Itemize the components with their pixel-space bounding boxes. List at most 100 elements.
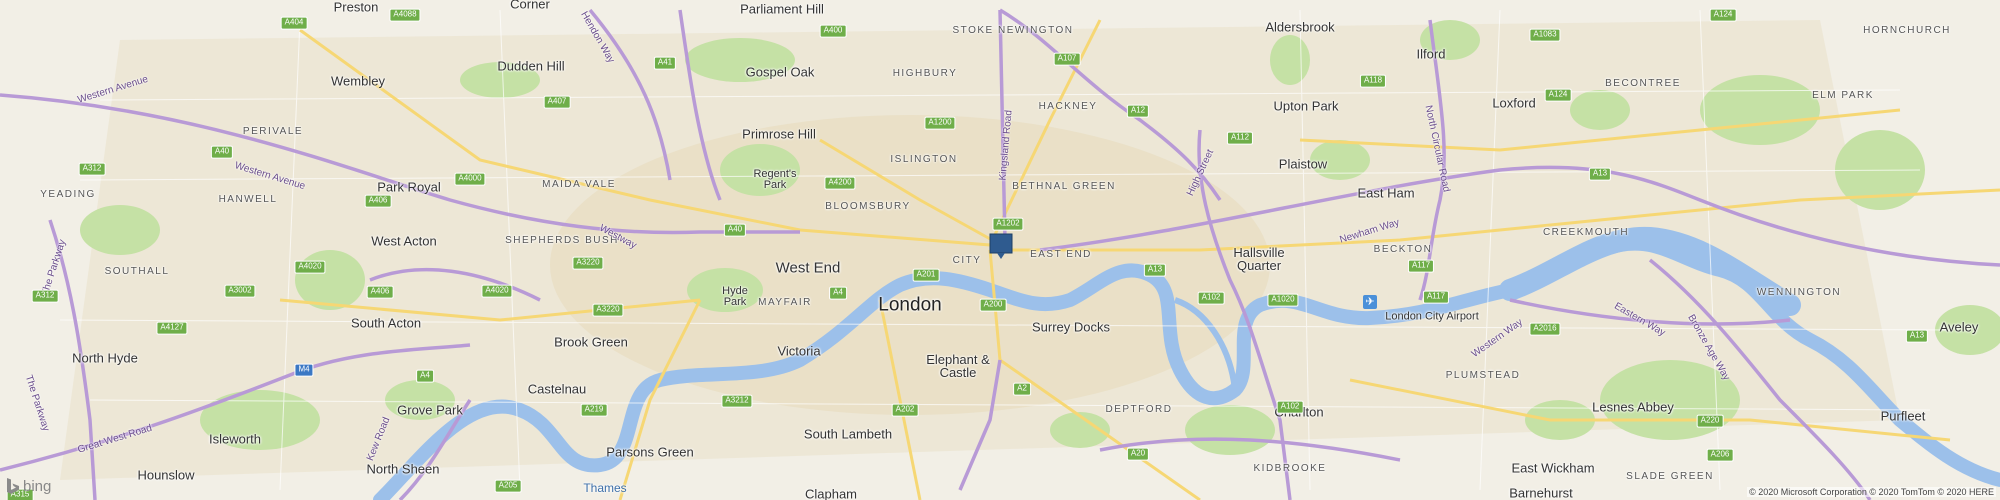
road-shield-a117-1: A117	[1407, 259, 1435, 273]
place-label-stoke-newington: STOKE NEWINGTON	[952, 25, 1074, 36]
place-label-barnehurst: Barnehurst	[1509, 485, 1573, 500]
bing-logo: bing	[6, 477, 51, 495]
place-label-ilford: Ilford	[1416, 46, 1446, 62]
road-shield-a4-2: A4	[416, 369, 434, 383]
place-label-parliament-hill: Parliament Hill	[740, 1, 824, 17]
airport-icon: ✈	[1363, 295, 1377, 309]
road-shield-a41: A41	[653, 56, 677, 70]
place-label-deptford: DEPTFORD	[1105, 404, 1173, 415]
place-label-east-wickham: East Wickham	[1511, 460, 1595, 476]
road-shield-a407: A407	[543, 95, 571, 109]
place-label-hyde-park: Hyde Park	[722, 285, 748, 308]
place-label-creekmouth: CREEKMOUTH	[1542, 227, 1630, 238]
road-shield-a312-2: A312	[31, 289, 59, 303]
place-label-clapham: Clapham	[804, 486, 858, 500]
place-label-elm-park: ELM PARK	[1812, 90, 1874, 101]
road-shield-a13: A13	[1143, 263, 1167, 277]
road-shield-a1083: A1083	[1529, 28, 1561, 42]
place-label-beckton: BECKTON	[1373, 244, 1433, 255]
road-shield-a201: A201	[912, 268, 940, 282]
place-label-yeading: YEADING	[40, 189, 96, 200]
road-shield-a200: A200	[979, 298, 1007, 312]
place-label-mayfair: MAYFAIR	[758, 297, 812, 308]
place-label-hallsville-quarter: Hallsville Quarter	[1233, 245, 1285, 273]
road-shield-a124: A124	[1544, 88, 1572, 102]
place-label-london-city-airport: London City Airport	[1385, 310, 1479, 323]
place-label-bloomsbury: BLOOMSBURY	[825, 201, 911, 212]
place-label-parsons-green: Parsons Green	[606, 444, 694, 460]
place-label-perivale: PERIVALE	[242, 126, 304, 137]
place-label-becontree: BECONTREE	[1605, 78, 1681, 89]
place-label-surrey-docks: Surrey Docks	[1031, 319, 1111, 335]
road-shield-a20: A20	[1126, 447, 1150, 461]
road-shield-a205: A205	[494, 479, 522, 493]
road-shield-a40: A40	[723, 223, 747, 237]
place-label-brook-green: Brook Green	[554, 334, 628, 350]
place-label-hackney: HACKNEY	[1038, 101, 1098, 112]
road-shield-a12: A12	[1126, 104, 1150, 118]
place-label-castelnau: Castelnau	[527, 381, 587, 397]
road-shield-a102-2: A102	[1276, 400, 1304, 414]
place-label-maida-vale: MAIDA VALE	[542, 179, 616, 190]
road-shield-m4: M4	[294, 363, 314, 377]
road-shield-a4: A4	[829, 286, 847, 300]
road-shield-a1020: A1020	[1267, 293, 1299, 307]
road-shield-a400: A400	[819, 24, 847, 38]
road-shield-a2: A2	[1013, 382, 1031, 396]
place-label-wennington: WENNINGTON	[1756, 287, 1842, 298]
copyright-notice: © 2020 Microsoft Corporation © 2020 TomT…	[1747, 487, 1996, 497]
road-shield-a202: A202	[891, 403, 919, 417]
place-label-islington: ISLINGTON	[890, 154, 958, 165]
road-shield-a312: A312	[78, 162, 106, 176]
place-label-kidbrooke: KIDBROOKE	[1253, 463, 1327, 474]
place-label-park-royal: Park Royal	[377, 179, 441, 195]
bing-brand-text: bing	[23, 477, 52, 495]
place-label-east-ham: East Ham	[1357, 185, 1415, 201]
place-label-lesnes-abbey: Lesnes Abbey	[1592, 399, 1674, 415]
road-shield-a404: A404	[280, 16, 308, 30]
place-label-aveley: Aveley	[1939, 319, 1979, 335]
place-label-highbury: HIGHBURY	[892, 68, 958, 79]
place-label-slade-green: SLADE GREEN	[1626, 471, 1714, 482]
road-shield-a4127: A4127	[156, 321, 188, 335]
road-shield-a118: A118	[1359, 74, 1387, 88]
road-shield-a102-1: A102	[1197, 291, 1225, 305]
place-label-shepherds-bush: SHEPHERDS BUSH	[505, 235, 619, 246]
place-label-west-end: West End	[775, 259, 841, 277]
place-label-corner: Corner	[510, 0, 550, 12]
place-label-east-end: EAST END	[1030, 249, 1092, 260]
place-label-purfleet: Purfleet	[1880, 408, 1926, 424]
place-label-city: CITY	[952, 255, 982, 266]
road-shield-a3212: A3212	[721, 394, 753, 408]
road-shield-a219: A219	[580, 403, 608, 417]
road-shield-a2016: A2016	[1529, 322, 1561, 336]
road-shield-a4200: A4200	[824, 176, 856, 190]
place-label-regents-park: Regent's Park	[753, 168, 797, 191]
place-label-aldersbrook: Aldersbrook	[1265, 19, 1335, 35]
road-shield-a4020-1: A4020	[294, 260, 326, 274]
road-shield-a40-w: A40	[210, 145, 234, 159]
road-shield-a112: A112	[1226, 131, 1254, 145]
map-canvas[interactable]: Preston Corner Parliament Hill STOKE NEW…	[0, 0, 2000, 500]
place-label-plaistow: Plaistow	[1278, 156, 1328, 172]
place-label-victoria: Victoria	[777, 343, 821, 359]
place-label-west-acton: West Acton	[371, 233, 437, 249]
place-label-london: London	[878, 294, 942, 316]
road-shield-a13-east: A13	[1588, 167, 1612, 181]
place-label-elephant-castle: Elephant & Castle	[926, 352, 990, 380]
place-label-north-sheen: North Sheen	[366, 461, 440, 477]
bing-icon	[7, 478, 19, 494]
road-shield-a4000: A4000	[454, 172, 486, 186]
road-shield-a117-2: A117	[1422, 290, 1450, 304]
road-shield-a4088: A4088	[389, 8, 421, 22]
place-label-north-hyde: North Hyde	[72, 350, 138, 366]
location-pin-icon[interactable]	[989, 233, 1013, 260]
place-label-dudden-hill: Dudden Hill	[497, 58, 565, 74]
road-shield-a3220-1: A3220	[572, 256, 604, 270]
road-shield-a124-top: A124	[1709, 8, 1737, 22]
place-label-hounslow: Hounslow	[137, 467, 195, 483]
road-shield-a406: A406	[364, 194, 392, 208]
road-shield-a406-2: A406	[366, 285, 394, 299]
road-shield-a3002: A3002	[224, 284, 256, 298]
place-label-preston: Preston	[333, 0, 379, 15]
